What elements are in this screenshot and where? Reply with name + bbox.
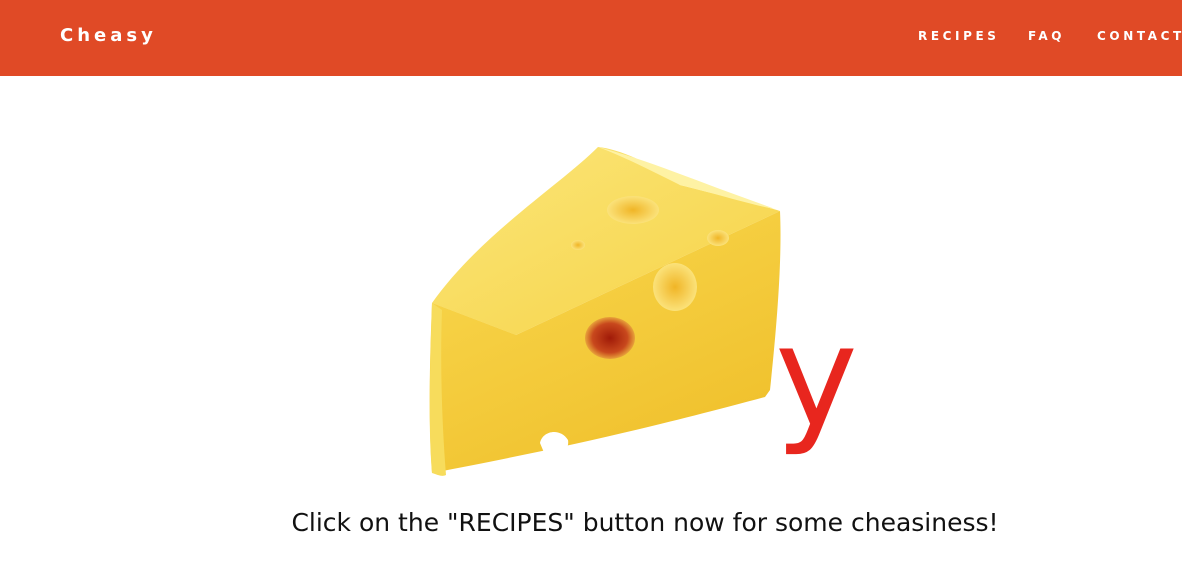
cheese-wedge-image: y	[429, 147, 858, 476]
nav-link-faq[interactable]: FAQ	[1028, 27, 1065, 45]
logo-letter-y: y	[775, 296, 858, 459]
nav-link-contact[interactable]: CONTACT	[1097, 27, 1182, 45]
brand-link[interactable]: Cheasy	[60, 23, 157, 49]
cheese-hole-front	[585, 317, 635, 359]
nav-link-recipes[interactable]: RECIPES	[918, 27, 1000, 45]
top-navbar: Cheasy RECIPES FAQ CONTACT	[0, 0, 1182, 76]
hero-tagline: Click on the "RECIPES" button now for so…	[291, 508, 999, 537]
cheese-hole-middle	[653, 263, 697, 311]
cheese-hole-top	[607, 196, 659, 224]
hero-logo: y	[420, 135, 880, 495]
